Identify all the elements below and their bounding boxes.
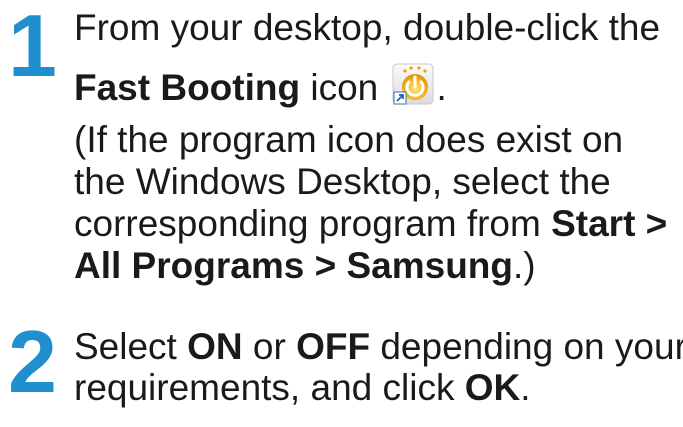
requirements-text: requirements, and click — [74, 367, 465, 408]
note-text: corresponding program from — [74, 203, 552, 244]
step-number-1: 1 — [8, 0, 57, 95]
step-1-instruction-line-2: Fast Booting icon . — [74, 62, 447, 110]
step-1-note-line-3: corresponding program from Start > — [74, 202, 667, 246]
step-1-note-line-1: (If the program icon does exist on — [74, 119, 624, 160]
select-text: Select — [74, 326, 188, 367]
step-1-note-line-2: the Windows Desktop, select the — [74, 161, 611, 202]
fast-booting-icon — [391, 62, 435, 106]
step-number-2: 2 — [8, 312, 57, 411]
note-close: .) — [513, 245, 536, 286]
step-1-note-line-4: All Programs > Samsung.) — [74, 244, 536, 288]
depending-text: depending on your — [370, 326, 683, 367]
step-2-instruction-line-2: requirements, and click OK. — [74, 366, 531, 410]
sentence-period: . — [436, 67, 447, 108]
menu-path-start: Start > — [551, 203, 668, 244]
option-off: OFF — [296, 326, 371, 367]
icon-word: icon — [300, 67, 389, 108]
ok-label: OK — [464, 367, 521, 408]
program-name: Fast Booting — [74, 67, 301, 108]
or-text: or — [242, 326, 297, 367]
step-1-instruction-line-1: From your desktop, double-click the — [74, 7, 661, 48]
option-on: ON — [187, 326, 243, 367]
menu-path-programs: All Programs > Samsung — [74, 245, 513, 286]
step-2-instruction-line-1: Select ON or OFF depending on your — [74, 325, 683, 369]
sentence-period: . — [520, 367, 531, 408]
